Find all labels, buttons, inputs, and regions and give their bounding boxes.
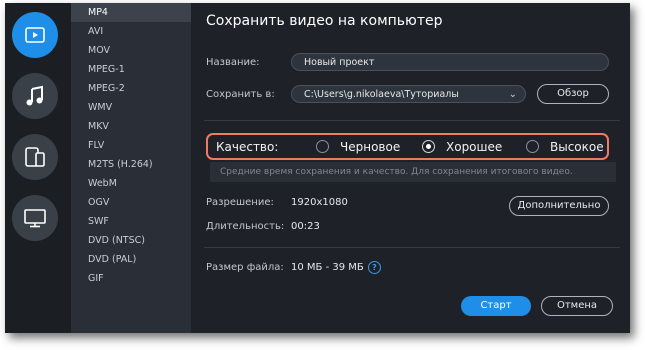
format-item-mpeg2[interactable]: MPEG-2 bbox=[71, 79, 191, 98]
format-item-mp4[interactable]: MP4 bbox=[71, 3, 191, 22]
format-item-dvd-ntsc[interactable]: DVD (NTSC) bbox=[71, 231, 191, 250]
resolution-value: 1920x1080 bbox=[291, 197, 348, 208]
video-category-button[interactable] bbox=[12, 12, 58, 58]
format-item-m2ts[interactable]: M2TS (H.264) bbox=[71, 155, 191, 174]
video-icon bbox=[25, 27, 45, 43]
divider bbox=[204, 247, 620, 248]
quality-option-draft[interactable]: Черновое bbox=[340, 140, 400, 154]
format-item-gif[interactable]: GIF bbox=[71, 269, 191, 288]
browse-button[interactable]: Обзор bbox=[537, 84, 609, 104]
format-list: MP4 AVI MOV MPEG-1 MPEG-2 WMV MKV FLV M2… bbox=[71, 3, 191, 333]
format-item-avi[interactable]: AVI bbox=[71, 22, 191, 41]
audio-category-button[interactable] bbox=[12, 73, 58, 119]
name-label: Название: bbox=[206, 57, 260, 68]
format-item-ogv[interactable]: OGV bbox=[71, 193, 191, 212]
tv-category-button[interactable] bbox=[12, 195, 58, 241]
devices-category-button[interactable] bbox=[12, 134, 58, 180]
format-item-mkv[interactable]: MKV bbox=[71, 117, 191, 136]
format-item-wmv[interactable]: WMV bbox=[71, 98, 191, 117]
filesize-value: 10 МБ - 39 МБ bbox=[291, 262, 364, 273]
save-path-value: C:\Users\g.nikolaeva\Туториалы bbox=[304, 89, 459, 100]
duration-label: Длительность: bbox=[206, 221, 285, 232]
filesize-label: Размер файла: bbox=[206, 262, 284, 273]
duration-value: 00:23 bbox=[291, 221, 320, 232]
format-item-webm[interactable]: WebM bbox=[71, 174, 191, 193]
quality-selector: Качество: Черновое Хорошее Высокое bbox=[206, 133, 609, 160]
save-path-dropdown[interactable]: C:\Users\g.nikolaeva\Туториалы ⌄ bbox=[291, 85, 526, 103]
advanced-button[interactable]: Дополнительно bbox=[509, 196, 609, 216]
start-button[interactable]: Старт bbox=[461, 296, 531, 316]
export-settings-panel: Сохранить видео на компьютер Название: Н… bbox=[191, 3, 630, 333]
cancel-button[interactable]: Отмена bbox=[541, 296, 613, 316]
divider bbox=[204, 120, 620, 121]
quality-label: Качество: bbox=[216, 140, 279, 154]
quality-radio-high[interactable] bbox=[526, 140, 539, 153]
chevron-down-icon: ⌄ bbox=[508, 89, 517, 100]
music-icon bbox=[25, 85, 45, 107]
format-item-swf[interactable]: SWF bbox=[71, 212, 191, 231]
quality-option-good[interactable]: Хорошее bbox=[446, 140, 502, 154]
help-icon[interactable]: ? bbox=[368, 261, 381, 274]
quality-radio-good[interactable] bbox=[422, 140, 435, 153]
quality-option-high[interactable]: Высокое bbox=[550, 140, 604, 154]
resolution-label: Разрешение: bbox=[206, 197, 274, 208]
quality-hint: Средние время сохранения и качество. Для… bbox=[210, 162, 616, 182]
format-item-mov[interactable]: MOV bbox=[71, 41, 191, 60]
format-item-flv[interactable]: FLV bbox=[71, 136, 191, 155]
save-to-label: Сохранить в: bbox=[206, 89, 275, 100]
category-rail bbox=[5, 3, 71, 333]
monitor-icon bbox=[24, 208, 46, 228]
format-item-dvd-pal[interactable]: DVD (PAL) bbox=[71, 250, 191, 269]
dialog-title: Сохранить видео на компьютер bbox=[206, 13, 443, 29]
project-name-field[interactable]: Новый проект bbox=[291, 53, 609, 71]
format-item-mpeg1[interactable]: MPEG-1 bbox=[71, 60, 191, 79]
export-dialog: MP4 AVI MOV MPEG-1 MPEG-2 WMV MKV FLV M2… bbox=[5, 3, 630, 333]
quality-radio-draft[interactable] bbox=[316, 140, 329, 153]
devices-icon bbox=[24, 146, 46, 168]
